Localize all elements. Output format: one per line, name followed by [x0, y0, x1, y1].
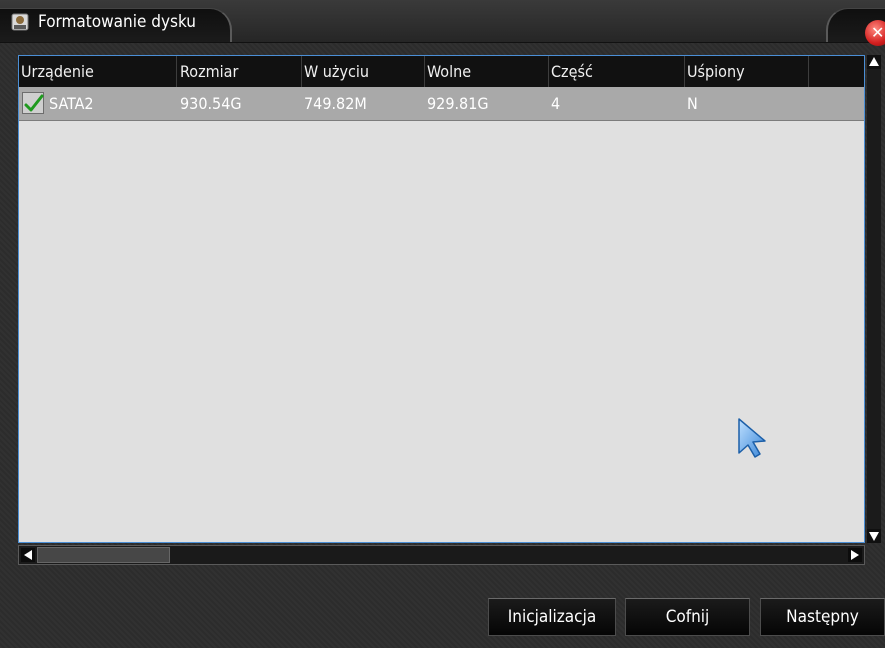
scroll-left-arrow-icon[interactable]: [21, 548, 35, 562]
close-button[interactable]: ✕: [865, 20, 885, 46]
initialize-button[interactable]: Inicjalizacja: [488, 598, 616, 636]
close-icon: ✕: [871, 23, 885, 42]
column-header-empty: [809, 56, 864, 87]
cell-used: 749.82M: [304, 94, 367, 113]
column-header-sleeping[interactable]: Uśpiony: [685, 56, 809, 87]
vertical-scrollbar[interactable]: [867, 55, 881, 543]
column-header-device[interactable]: Urządenie: [19, 56, 177, 87]
column-header-size[interactable]: Rozmiar: [178, 56, 302, 87]
disk-tool-icon: [11, 13, 29, 31]
horizontal-scrollbar[interactable]: [18, 545, 865, 565]
next-button[interactable]: Następny: [760, 598, 885, 636]
row-checkbox[interactable]: [22, 92, 44, 114]
mouse-pointer-icon: [738, 418, 766, 458]
scroll-down-arrow-icon[interactable]: [867, 529, 881, 543]
cell-partitions: 4: [551, 94, 561, 113]
disk-format-window: Formatowanie dysku ✕ Urządenie Rozmiar W…: [0, 0, 885, 648]
column-header-used[interactable]: W użyciu: [302, 56, 425, 87]
cell-size: 930.54G: [180, 94, 242, 113]
disk-list[interactable]: Urządenie Rozmiar W użyciu Wolne Część U…: [18, 55, 865, 543]
table-row[interactable]: SATA2 930.54G 749.82M 929.81G 4 N: [19, 87, 864, 121]
window-title: Formatowanie dysku: [38, 12, 197, 32]
column-header-partitions[interactable]: Część: [549, 56, 685, 87]
checkmark-icon: [24, 94, 44, 112]
cell-device: SATA2: [49, 94, 94, 113]
scroll-right-arrow-icon[interactable]: [848, 548, 862, 562]
list-header: Urządenie Rozmiar W użyciu Wolne Część U…: [19, 56, 864, 87]
title-bar[interactable]: Formatowanie dysku ✕: [0, 0, 885, 46]
horizontal-scroll-thumb[interactable]: [37, 547, 170, 563]
scroll-up-arrow-icon[interactable]: [867, 55, 881, 69]
back-button[interactable]: Cofnij: [625, 598, 750, 636]
column-header-free[interactable]: Wolne: [425, 56, 549, 87]
cell-free: 929.81G: [427, 94, 489, 113]
cell-sleeping: N: [687, 94, 698, 113]
